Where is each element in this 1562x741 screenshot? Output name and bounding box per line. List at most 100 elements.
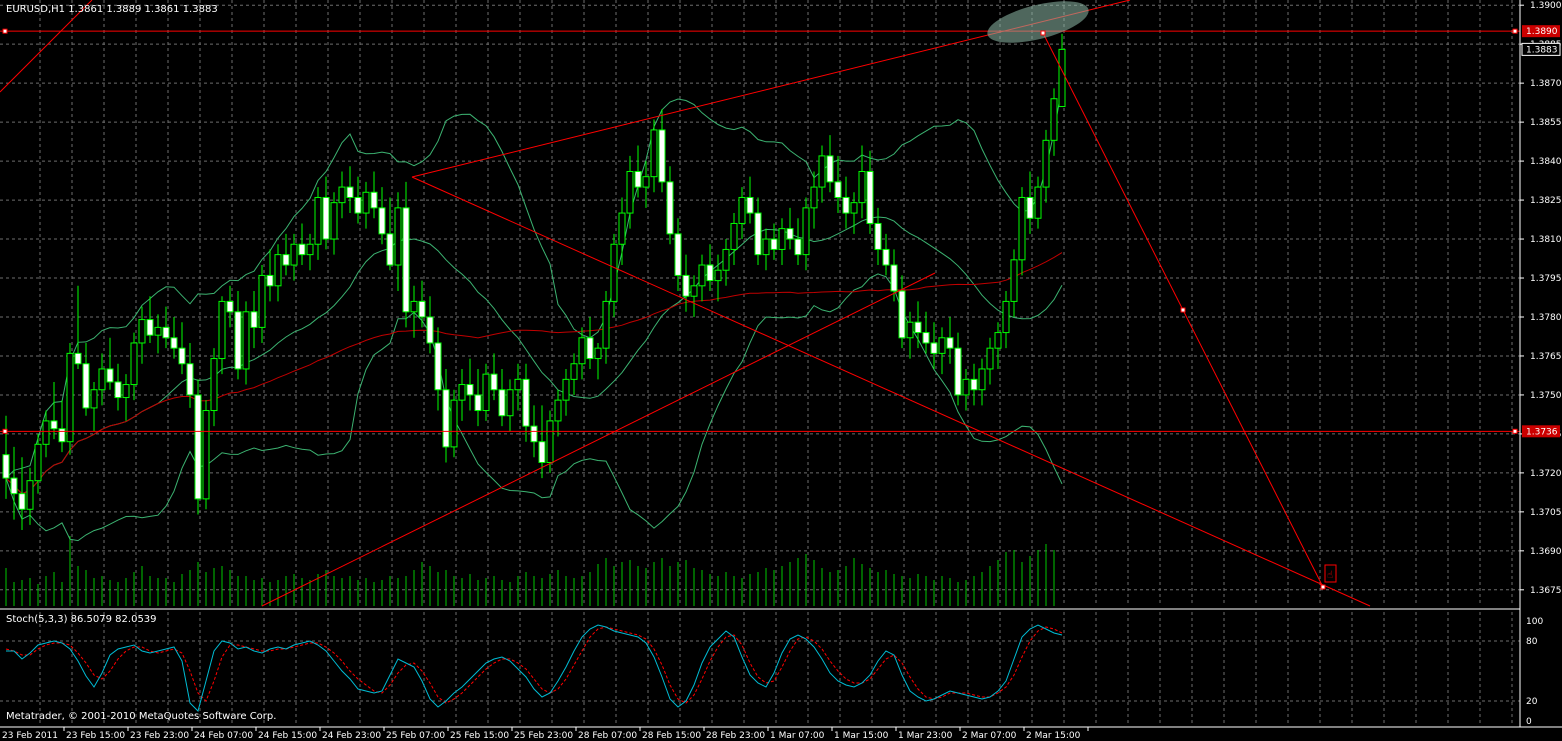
time-tick-label: 25 Feb 23:00 <box>514 731 573 741</box>
time-tick-label: 25 Feb 07:00 <box>386 731 445 741</box>
candle-body <box>298 243 306 256</box>
candle-body <box>1050 98 1058 141</box>
candle-body <box>834 181 842 198</box>
time-tick-label: 23 Feb 2011 <box>2 731 58 741</box>
candle-body <box>186 363 194 396</box>
candle-body <box>714 269 722 282</box>
candle-body <box>618 212 626 245</box>
candle-body <box>314 196 322 245</box>
candle-body <box>1010 259 1018 302</box>
candle-body <box>394 207 402 266</box>
candle-body <box>778 228 786 250</box>
candle-body <box>402 207 410 313</box>
candle-body <box>866 170 874 224</box>
candle-body <box>218 300 226 360</box>
time-tick-label: 2 Mar 07:00 <box>962 731 1017 741</box>
candle-body <box>210 358 218 412</box>
candle-body <box>706 264 714 282</box>
time-tick-label: 2 Mar 15:00 <box>1026 731 1081 741</box>
candle-body <box>514 378 522 391</box>
candle-body <box>234 311 242 370</box>
candle-body <box>594 347 602 360</box>
anchor-point <box>1512 428 1518 434</box>
candle-body <box>274 254 282 287</box>
time-tick-label: 24 Feb 23:00 <box>322 731 381 741</box>
candle-body <box>90 389 98 409</box>
candle-body <box>114 381 122 399</box>
candle-body <box>378 207 386 235</box>
candle-body <box>338 186 346 204</box>
copyright-text: Metatrader, © 2001-2010 MetaQuotes Softw… <box>6 711 277 722</box>
candle-body <box>722 248 730 271</box>
candle-body <box>922 332 930 344</box>
candle-body <box>754 212 762 256</box>
anchor-point <box>1512 28 1518 34</box>
candle-body <box>34 443 42 482</box>
anchor-point <box>1180 307 1186 313</box>
candle-body <box>610 243 618 302</box>
price-tick-label: 1.3870 <box>1530 79 1562 89</box>
candle-body <box>826 155 834 183</box>
stoch-indicator-label: Stoch(5,3,3) 86.5079 82.0539 <box>6 614 157 625</box>
time-tick-label: 23 Feb 15:00 <box>66 731 125 741</box>
candle-body <box>98 368 106 391</box>
anchor-point <box>1320 584 1326 590</box>
candle-body <box>146 319 154 336</box>
trading-chart[interactable]: ☝ 1.39001.38851.38701.38551.38401.38251.… <box>0 0 1562 741</box>
candle-body <box>330 202 338 240</box>
price-tick-label: 1.3840 <box>1530 157 1562 167</box>
anchor-point <box>1040 30 1046 36</box>
stoch-tick-label: 0 <box>1526 717 1532 727</box>
candle-body <box>202 410 210 500</box>
price-tick-label: 1.3690 <box>1530 547 1562 557</box>
candle-body <box>530 425 538 443</box>
candle-body <box>418 300 426 318</box>
candle-body <box>690 285 698 297</box>
candle-body <box>650 129 658 178</box>
candle-body <box>474 394 482 412</box>
price-tick-label: 1.3750 <box>1530 391 1562 401</box>
candle-body <box>770 238 778 250</box>
time-tick-label: 25 Feb 15:00 <box>450 731 509 741</box>
candle-body <box>434 342 442 391</box>
time-tick-label: 24 Feb 07:00 <box>194 731 253 741</box>
candle-body <box>50 420 58 430</box>
candle-body <box>946 337 954 349</box>
candle-body <box>138 319 146 344</box>
candle-body <box>362 191 370 214</box>
price-tick-label: 1.3810 <box>1530 235 1562 245</box>
hline-upper-label: 1.3890 <box>1526 27 1558 37</box>
candle-body <box>730 222 738 250</box>
candle-body <box>858 170 866 204</box>
stoch-tick-label: 100 <box>1526 617 1543 627</box>
candle-body <box>74 352 82 365</box>
candle-body <box>490 373 498 391</box>
candle-body <box>26 480 34 510</box>
candle-body <box>162 326 170 339</box>
price-tick-label: 1.3900 <box>1530 1 1562 11</box>
candle-body <box>18 493 26 510</box>
candle-body <box>522 378 530 427</box>
price-tick-label: 1.3675 <box>1530 586 1562 596</box>
candle-body <box>538 441 546 463</box>
candle-body <box>442 389 450 448</box>
candle-body <box>658 129 666 183</box>
candle-body <box>546 420 554 463</box>
candle-body <box>2 454 10 479</box>
candle-body <box>890 264 898 292</box>
candle-body <box>282 254 290 266</box>
time-tick-label: 28 Feb 07:00 <box>578 731 637 741</box>
stoch-tick-label: 80 <box>1526 637 1538 647</box>
time-tick-label: 1 Mar 23:00 <box>898 731 953 741</box>
time-tick-label: 28 Feb 15:00 <box>642 731 701 741</box>
candle-body <box>682 274 690 297</box>
candle-body <box>82 363 90 409</box>
candle-body <box>930 342 938 354</box>
candle-body <box>994 332 1002 349</box>
candle-body <box>178 347 186 365</box>
price-tick-label: 1.3795 <box>1530 274 1562 284</box>
candle-body <box>1018 196 1026 261</box>
candle-body <box>306 243 314 256</box>
candle-body <box>194 394 202 500</box>
current-price-label: 1.3883 <box>1526 45 1558 55</box>
